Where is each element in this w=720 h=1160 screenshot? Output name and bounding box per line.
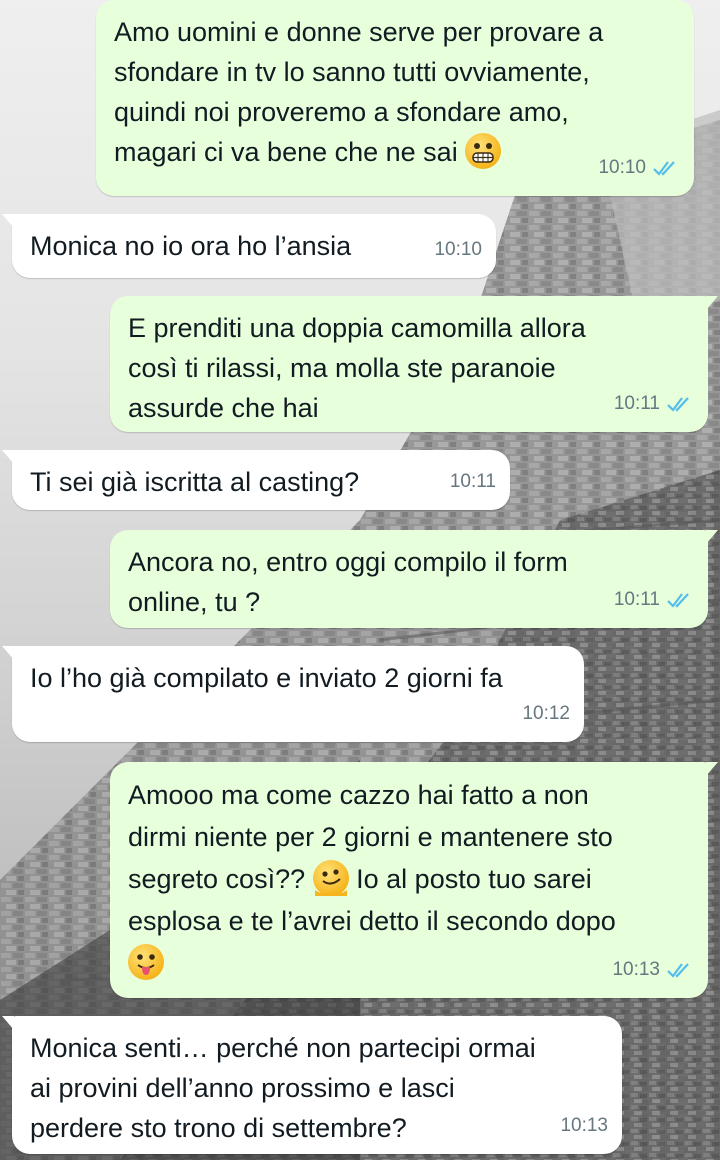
message-text: Amo uomini e donne serve per provare a s…	[114, 17, 604, 169]
message-bubble-outgoing[interactable]: Ancora no, entro oggi compilo il form on…	[110, 530, 718, 628]
message-text: Amooo ma come cazzo hai fatto a non dirm…	[128, 774, 690, 984]
message-meta: 10:12	[522, 694, 570, 734]
message-meta: 10:11	[614, 384, 694, 424]
message-text: E prenditi una doppia camomilla allora c…	[128, 313, 586, 423]
double-check-read-icon	[653, 161, 675, 176]
message-bubble-incoming[interactable]: Ti sei già iscritta al casting? 10:11	[2, 450, 510, 510]
message-time: 10:12	[522, 703, 570, 724]
double-check-read-icon	[667, 963, 689, 978]
message-time: 10:13	[612, 959, 660, 980]
message-time: 10:13	[560, 1115, 608, 1136]
message-meta: 10:13	[612, 950, 694, 990]
message-bubble-outgoing[interactable]: Amo uomini e donne serve per provare a s…	[96, 0, 694, 196]
message-time: 10:11	[613, 589, 660, 610]
message-meta: 10:10	[598, 148, 680, 188]
message-bubble-incoming[interactable]: Monica senti… perché non partecipi ormai…	[2, 1016, 622, 1154]
message-meta: 10:11	[614, 580, 694, 620]
message-time: 10:11	[449, 471, 496, 492]
message-meta: 10:10	[434, 230, 482, 270]
grimacing-face-emoji	[465, 133, 502, 169]
tongue-out-face-emoji	[128, 944, 164, 980]
message-text: Io l’ho già compilato e inviato 2 giorni…	[30, 663, 503, 693]
melting-face-emoji	[312, 860, 349, 896]
message-time: 10:10	[434, 239, 482, 260]
message-bubble-outgoing[interactable]: Amooo ma come cazzo hai fatto a non dirm…	[110, 762, 718, 998]
message-text: Monica no io ora ho l’ansia	[30, 231, 352, 261]
message-text: Ancora no, entro oggi compilo il form on…	[128, 547, 568, 617]
message-bubble-incoming[interactable]: Monica no io ora ho l’ansia 10:10	[2, 214, 496, 278]
message-bubble-outgoing[interactable]: E prenditi una doppia camomilla allora c…	[110, 296, 718, 432]
message-text: Monica senti… perché non partecipi ormai…	[30, 1033, 536, 1143]
message-meta: 10:13	[560, 1106, 608, 1146]
message-text: Ti sei già iscritta al casting?	[30, 467, 360, 497]
double-check-read-icon	[667, 593, 689, 608]
message-meta: 10:11	[450, 462, 496, 502]
message-bubble-incoming[interactable]: Io l’ho già compilato e inviato 2 giorni…	[2, 646, 584, 742]
double-check-read-icon	[667, 397, 689, 412]
message-time: 10:11	[613, 393, 660, 414]
message-time: 10:10	[598, 157, 646, 178]
